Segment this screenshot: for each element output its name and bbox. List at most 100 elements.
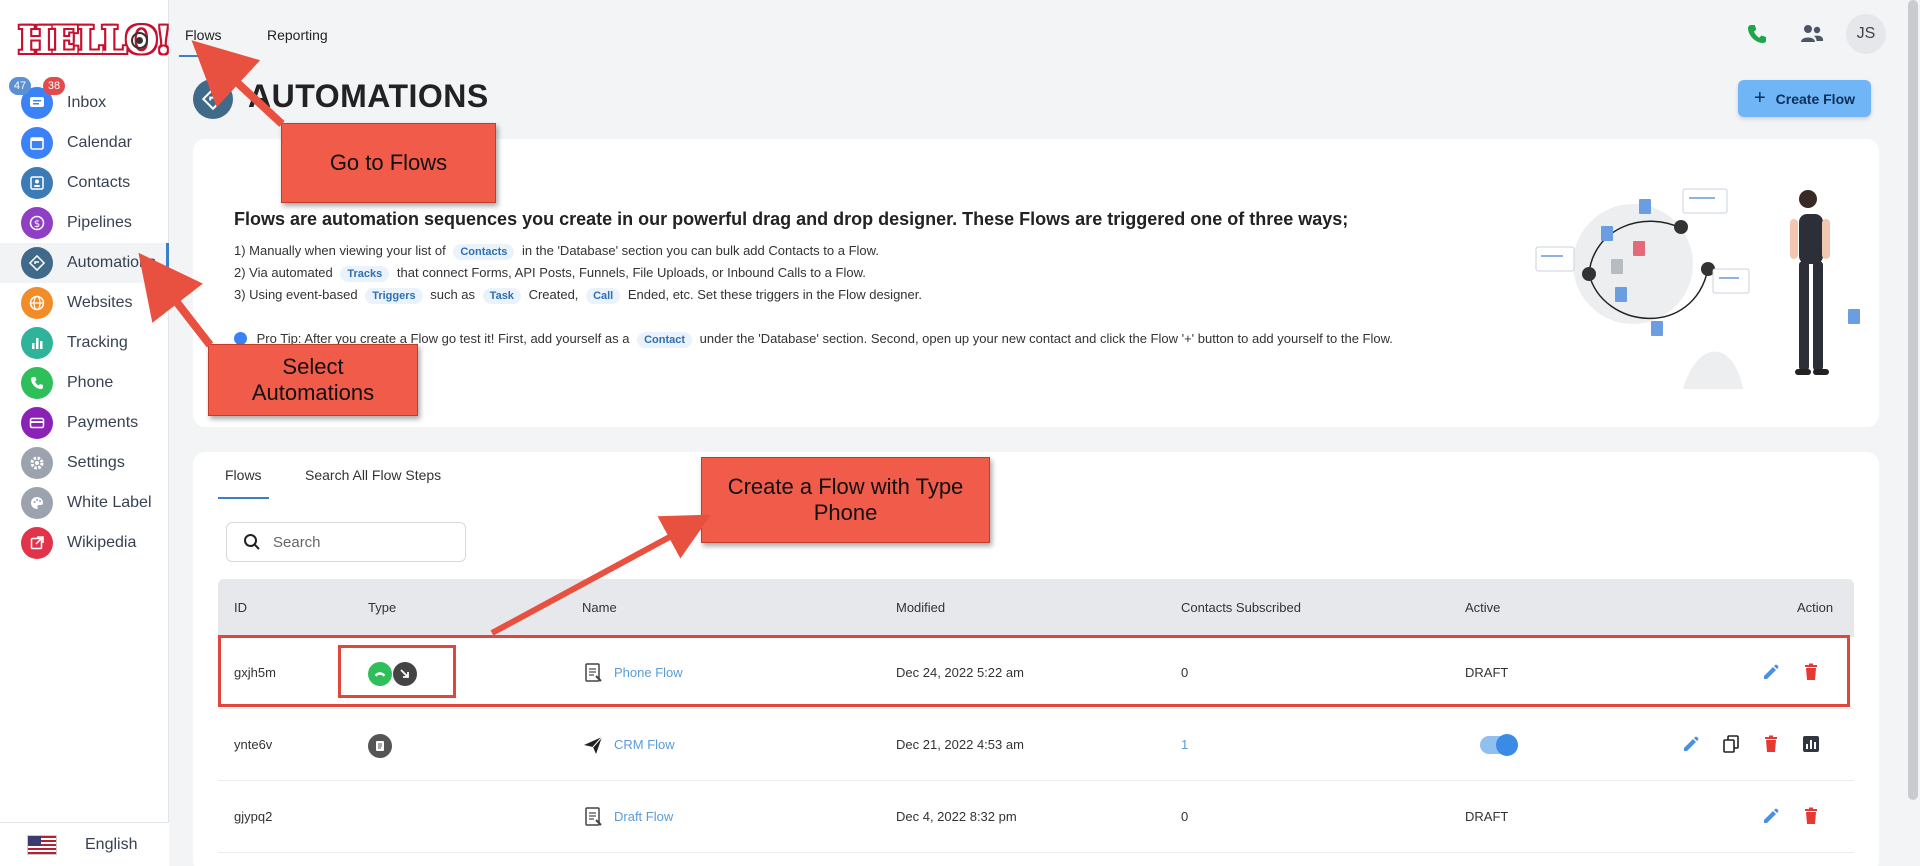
- page-scrollbar[interactable]: [1908, 0, 1918, 800]
- flow-modified: Dec 4, 2022 8:32 pm: [896, 809, 1017, 824]
- tab-flows[interactable]: Flows: [179, 27, 228, 57]
- edit-icon[interactable]: [1760, 805, 1782, 827]
- flow-id: gxjh5m: [234, 665, 276, 680]
- column-action[interactable]: Action: [1797, 600, 1833, 615]
- sidebar-item-label: Tracking: [67, 334, 128, 351]
- sidebar-item-phone[interactable]: Phone: [0, 363, 169, 403]
- intro-line-2: 2) Via automated Tracks that connect For…: [234, 265, 866, 282]
- phone-type-icon: [368, 662, 392, 686]
- sidebar-item-wikipedia[interactable]: Wikipedia: [0, 523, 169, 563]
- intro-text: that connect Forms, API Posts, Funnels, …: [396, 265, 866, 280]
- flow-name-link[interactable]: CRM Flow: [614, 737, 675, 752]
- flow-contacts[interactable]: 1: [1181, 737, 1188, 752]
- flow-modified: Dec 21, 2022 4:53 am: [896, 737, 1024, 752]
- column-contacts-subscribed[interactable]: Contacts Subscribed: [1181, 600, 1301, 615]
- column-id[interactable]: ID: [234, 600, 247, 615]
- column-name[interactable]: Name: [582, 600, 617, 615]
- flow-contacts: 0: [1181, 665, 1189, 680]
- stats-icon[interactable]: [1800, 733, 1822, 755]
- callout-create-phone-flow: Create a Flow with Type Phone: [701, 457, 990, 543]
- table-header: ID Type Name Modified Contacts Subscribe…: [218, 579, 1854, 637]
- plus-icon: +: [1753, 87, 1766, 109]
- sidebar-item-automations[interactable]: Automations: [0, 243, 169, 283]
- triggers-chip: Triggers: [365, 288, 423, 304]
- crm-type-icon: [368, 734, 392, 758]
- sidebar-item-label: Wikipedia: [67, 534, 137, 551]
- calendar-icon: [21, 127, 53, 159]
- search-input[interactable]: [273, 533, 453, 551]
- intro-line-3: 3) Using event-based Triggers such as Ta…: [234, 287, 922, 304]
- flow-contacts: 0: [1181, 809, 1189, 824]
- inbox-alert-badge: 38: [43, 77, 65, 95]
- tab-reporting[interactable]: Reporting: [267, 27, 328, 43]
- edit-icon[interactable]: [1680, 733, 1702, 755]
- sidebar-item-label: Settings: [67, 454, 125, 471]
- sidebar-item-label: Contacts: [67, 174, 131, 191]
- flow-id: ynte6v: [234, 737, 273, 752]
- inbound-call-icon: [393, 662, 417, 686]
- flow-id: gjypq2: [234, 809, 273, 824]
- brand-logo[interactable]: HELLO!: [18, 18, 172, 62]
- delete-icon[interactable]: [1760, 733, 1782, 755]
- top-bar: Flows Reporting JS: [169, 0, 1920, 70]
- intro-text: Created,: [528, 287, 579, 302]
- intro-text: 2) Via automated: [234, 265, 333, 280]
- column-active[interactable]: Active: [1465, 600, 1500, 615]
- sidebar-item-white-label[interactable]: White Label: [0, 483, 169, 523]
- column-modified[interactable]: Modified: [896, 600, 945, 615]
- avatar[interactable]: JS: [1846, 14, 1886, 54]
- phone-icon[interactable]: [1737, 14, 1777, 54]
- column-type[interactable]: Type: [368, 600, 396, 615]
- sidebar-item-label: Automations: [67, 254, 156, 271]
- intro-line-1: 1) Manually when viewing your list of Co…: [234, 243, 879, 260]
- sidebar-item-label: Websites: [67, 294, 133, 311]
- sidebar-item-inbox[interactable]: 47 38 Inbox: [0, 77, 169, 123]
- tracks-chip: Tracks: [340, 266, 390, 282]
- phone-icon: [21, 367, 53, 399]
- task-chip: Task: [482, 288, 521, 304]
- logo-text: HELLO!: [18, 18, 172, 62]
- search-field[interactable]: [226, 522, 466, 562]
- record-icon[interactable]: [131, 32, 148, 49]
- active-toggle[interactable]: [1480, 734, 1518, 756]
- send-icon: [584, 736, 603, 754]
- sidebar-item-settings[interactable]: Settings: [0, 443, 169, 483]
- sidebar-item-calendar[interactable]: Calendar: [0, 123, 169, 163]
- sidebar-item-tracking[interactable]: Tracking: [0, 323, 169, 363]
- contacts-chip: Contacts: [453, 244, 515, 260]
- intro-text: under the 'Database' section. Second, op…: [699, 331, 1393, 346]
- flow-name-link[interactable]: Draft Flow: [614, 809, 673, 824]
- table-row[interactable]: gxjh5m Phone Flow Dec 24, 2022 5:22 am 0…: [218, 637, 1854, 709]
- flow-illustration: [1535, 188, 1860, 389]
- delete-icon[interactable]: [1800, 661, 1822, 683]
- sidebar-item-contacts[interactable]: Contacts: [0, 163, 169, 203]
- sidebar: HELLO! 47 38 Inbox Calendar Contacts $ P…: [0, 0, 172, 866]
- document-icon: [585, 663, 602, 682]
- gear-icon: [21, 447, 53, 479]
- sidebar-item-websites[interactable]: Websites: [0, 283, 169, 323]
- create-flow-button[interactable]: + Create Flow: [1738, 80, 1871, 117]
- sidebar-item-label: Calendar: [67, 134, 132, 151]
- sidebar-item-label: Phone: [67, 374, 114, 391]
- copy-icon[interactable]: [1720, 733, 1742, 755]
- us-flag-icon: [27, 834, 57, 855]
- globe-icon: [21, 287, 53, 319]
- intro-text: 3) Using event-based: [234, 287, 358, 302]
- tab-flows-list[interactable]: Flows: [218, 467, 269, 499]
- table-row[interactable]: ynte6v CRM Flow Dec 21, 2022 4:53 am 1: [218, 709, 1854, 781]
- flow-status: DRAFT: [1465, 809, 1509, 824]
- delete-icon[interactable]: [1800, 805, 1822, 827]
- sidebar-item-pipelines[interactable]: $ Pipelines: [0, 203, 169, 243]
- credit-card-icon: [21, 407, 53, 439]
- language-selector[interactable]: English: [0, 822, 169, 866]
- flow-name-link[interactable]: Phone Flow: [614, 665, 683, 680]
- users-icon[interactable]: [1792, 14, 1832, 54]
- bar-chart-icon: [21, 327, 53, 359]
- tab-search-all-flow-steps[interactable]: Search All Flow Steps: [305, 467, 441, 483]
- edit-icon[interactable]: [1760, 661, 1782, 683]
- inbox-unread-badge: 47: [9, 77, 31, 95]
- sidebar-item-payments[interactable]: Payments: [0, 403, 169, 443]
- svg-text:$: $: [34, 219, 40, 230]
- table-row[interactable]: gjypq2 Draft Flow Dec 4, 2022 8:32 pm 0 …: [218, 781, 1854, 853]
- flow-status: DRAFT: [1465, 665, 1509, 680]
